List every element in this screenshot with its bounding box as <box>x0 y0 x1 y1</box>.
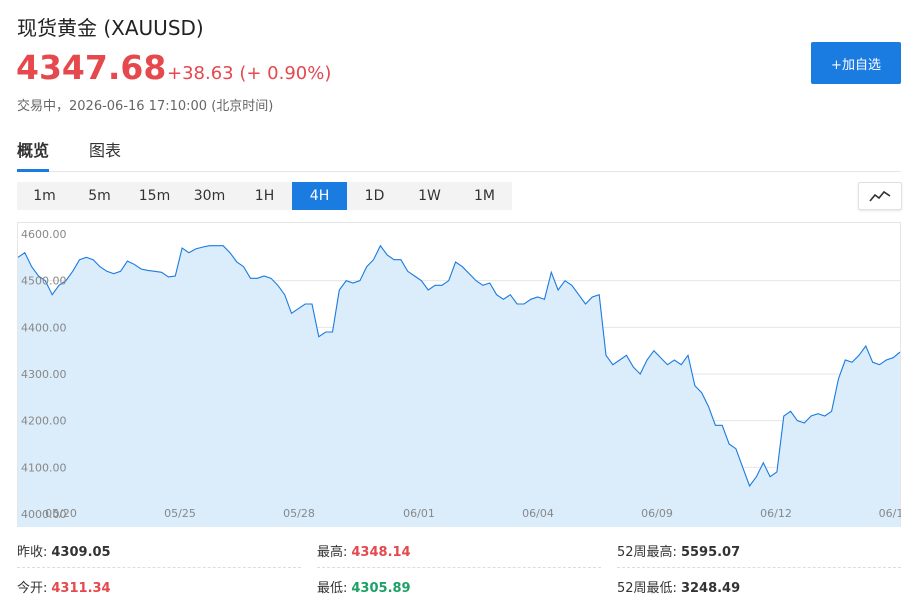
y-tick-label: 4500.00 <box>21 275 67 288</box>
stat-low: 最低: 4305.89 <box>317 577 411 596</box>
period-15m[interactable]: 15m <box>127 182 182 210</box>
y-tick-label: 4200.00 <box>21 415 67 428</box>
divider <box>17 567 301 568</box>
stat-high: 最高: 4348.14 <box>317 541 411 560</box>
period-4h[interactable]: 4H <box>292 182 347 210</box>
trading-status: 交易中，2026-06-16 17:10:00 (北京时间) <box>17 99 274 114</box>
price-chart-svg: 4600.00 4500.00 4400.00 4300.00 4200.00 4100.… <box>17 222 903 527</box>
price-chart: 4600.00 4500.00 4400.00 4300.00 4200.00 4100.… <box>17 222 903 527</box>
price-change: +38.63 (+ 0.90%) <box>167 63 332 84</box>
period-1h[interactable]: 1H <box>237 182 292 210</box>
week52-low-value: 3248.49 <box>680 581 741 596</box>
low-label: 最低: <box>317 581 348 596</box>
stat-open: 今开: 4311.34 <box>17 577 111 596</box>
page-title: 现货黄金 (XAUUSD) <box>17 16 204 40</box>
week52-high-label: 52周最高: <box>617 545 677 560</box>
high-label: 最高: <box>317 545 348 560</box>
x-tick-label: 06/09 <box>641 507 673 520</box>
x-tick-label: 05/20 <box>45 507 77 520</box>
open-label: 今开: <box>17 581 48 596</box>
divider <box>617 567 901 568</box>
x-tick-label: 06/01 <box>403 507 435 520</box>
y-tick-label: 4600.00 <box>21 228 67 241</box>
period-1w[interactable]: 1W <box>402 182 457 210</box>
stat-52w-low: 52周最低: 3248.49 <box>617 577 740 596</box>
stat-prev-close: 昨收: 4309.05 <box>17 541 111 560</box>
low-value: 4305.89 <box>351 581 411 596</box>
x-tick-label: 06/12 <box>760 507 792 520</box>
high-value: 4348.14 <box>351 545 411 560</box>
period-30m[interactable]: 30m <box>182 182 237 210</box>
tab-overview[interactable]: 概览 <box>17 137 50 172</box>
x-tick-label: 06/04 <box>522 507 554 520</box>
tab-chart[interactable]: 图表 <box>89 137 121 169</box>
line-chart-icon <box>869 190 891 202</box>
open-value: 4311.34 <box>51 581 111 596</box>
period-1m[interactable]: 1m <box>17 182 72 210</box>
week52-low-label: 52周最低: <box>617 581 677 596</box>
current-price: 4347.68 <box>16 48 167 87</box>
x-tick-label: 05/25 <box>164 507 196 520</box>
x-tick-label: 06/1 <box>879 507 901 520</box>
prev-close-value: 4309.05 <box>51 545 111 560</box>
period-selector: 1m 5m 15m 30m 1H 4H 1D 1W 1M <box>17 182 512 210</box>
divider <box>317 567 601 568</box>
stat-52w-high: 52周最高: 5595.07 <box>617 541 740 560</box>
y-tick-label: 4400.00 <box>21 321 67 334</box>
add-watchlist-button[interactable]: +加自选 <box>811 42 901 84</box>
period-1mo[interactable]: 1M <box>457 182 512 210</box>
y-tick-label: 4100.00 <box>21 461 67 474</box>
tab-bar: 概览 图表 <box>17 135 901 172</box>
prev-close-label: 昨收: <box>17 545 48 560</box>
y-tick-label: 4300.00 <box>21 368 67 381</box>
x-tick-label: 05/28 <box>283 507 315 520</box>
period-5m[interactable]: 5m <box>72 182 127 210</box>
week52-high-value: 5595.07 <box>680 545 741 560</box>
period-1d[interactable]: 1D <box>347 182 402 210</box>
price-area <box>18 245 900 527</box>
chart-type-button[interactable] <box>858 182 902 210</box>
